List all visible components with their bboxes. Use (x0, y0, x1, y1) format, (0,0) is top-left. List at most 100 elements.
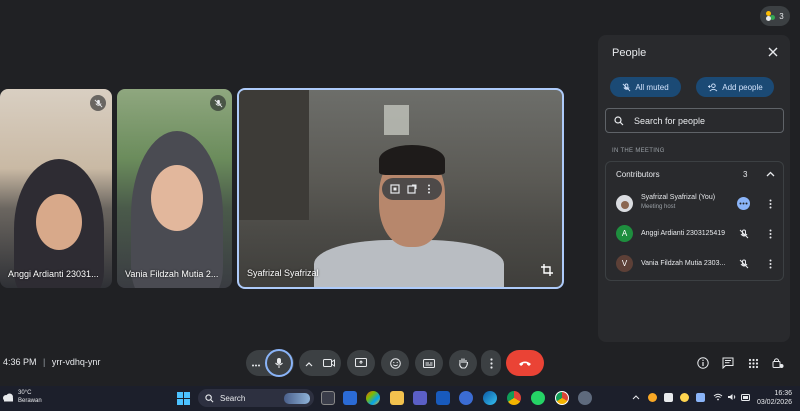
system-clock[interactable]: 16:36 03/02/2026 (754, 389, 792, 407)
search-people-field[interactable]: Search for people (605, 108, 784, 133)
close-icon[interactable] (766, 45, 780, 59)
mic-off-icon[interactable] (737, 257, 750, 270)
participant-name: Anggi Ardianti 2303125419 (641, 230, 726, 237)
more-vert-icon[interactable] (764, 227, 776, 240)
more-vert-icon[interactable] (764, 197, 776, 210)
weather-temp: 30°C (18, 390, 32, 396)
effects-icon[interactable] (406, 183, 418, 195)
task-view-icon[interactable] (321, 391, 335, 405)
chat-icon[interactable] (720, 355, 736, 371)
chat-app-icon[interactable] (459, 391, 473, 405)
section-label: IN THE MEETING (612, 148, 665, 154)
participant-name: Syafrizal Syafrizal (You) (641, 194, 716, 201)
battery-icon[interactable] (740, 391, 752, 403)
participant-row[interactable]: V Vania Fildzah Mutia 2303... (606, 249, 785, 279)
participant-count-chip[interactable]: 3 (760, 6, 790, 26)
tray-app-icon[interactable] (662, 391, 674, 403)
edge-icon[interactable] (483, 391, 497, 405)
whatsapp-icon[interactable] (531, 391, 545, 405)
frame-icon[interactable] (389, 183, 401, 195)
meet-window: 3 Anggi Ardianti 23031... Vania Fildzah … (0, 0, 800, 411)
present-screen-icon (355, 358, 367, 367)
host-controls-icon[interactable] (770, 355, 786, 371)
group-label: Contributors (616, 170, 660, 179)
activities-icon[interactable] (745, 355, 761, 371)
crop-icon[interactable] (538, 261, 556, 279)
meeting-code: yrr-vdhq-ynr (51, 357, 101, 367)
video-tile-anggi[interactable]: Anggi Ardianti 23031... (0, 89, 112, 288)
tile-controls (382, 178, 442, 200)
chevron-up-icon[interactable] (630, 391, 642, 403)
weather-widget[interactable]: 30°C Berawan (2, 389, 42, 405)
video-tile-vania[interactable]: Vania Fildzah Mutia 2... (117, 89, 232, 288)
tray-app-icon[interactable] (694, 391, 706, 403)
info-icon[interactable] (695, 355, 711, 371)
tray-app-icon[interactable] (646, 391, 658, 403)
emoji-icon (389, 357, 401, 369)
hand-icon (458, 358, 468, 369)
video-tile-syafrizal[interactable]: Syafrizal Syafrizal (237, 88, 564, 289)
camera-controls (299, 350, 341, 376)
cloud-icon (3, 393, 13, 401)
speaking-indicator-icon (737, 197, 750, 210)
more-vert-icon[interactable] (764, 257, 776, 270)
chrome-active-icon[interactable] (555, 391, 569, 405)
avatar: V (616, 255, 633, 272)
reactions-button[interactable] (381, 350, 409, 376)
leave-call-button[interactable] (506, 350, 544, 376)
participant-name: Vania Fildzah Mutia 2303... (641, 260, 726, 267)
avatar: A (616, 225, 633, 242)
captions-button[interactable] (415, 350, 443, 376)
taskbar-search[interactable]: Search (198, 389, 314, 407)
add-people-label: Add people (722, 82, 763, 92)
volume-icon[interactable] (726, 391, 738, 403)
search-placeholder: Search for people (634, 115, 706, 126)
teams-icon[interactable] (413, 391, 427, 405)
meeting-time: 4:36 PM (3, 357, 37, 367)
present-button[interactable] (347, 350, 375, 376)
add-people-button[interactable]: Add people (696, 77, 774, 97)
mic-off-icon[interactable] (737, 227, 750, 240)
wifi-icon[interactable] (712, 391, 724, 403)
camera-icon[interactable] (323, 354, 335, 372)
more-vert-icon (489, 357, 493, 369)
word-icon[interactable] (436, 391, 450, 405)
microphone-button[interactable] (265, 349, 293, 377)
settings-icon[interactable] (578, 391, 592, 405)
mic-off-icon (622, 82, 631, 91)
participant-row[interactable]: A Anggi Ardianti 2303125419 (606, 219, 785, 249)
more-vert-icon[interactable] (423, 183, 435, 195)
chevron-up-icon[interactable] (305, 354, 313, 372)
mic-off-icon (210, 95, 226, 111)
panel-title: People (612, 47, 647, 59)
people-panel: People All muted Add people Search for p… (598, 35, 790, 342)
raise-hand-button[interactable] (449, 350, 477, 376)
meeting-separator: | (43, 357, 46, 367)
start-icon[interactable] (177, 392, 190, 405)
clock-time: 16:36 (774, 390, 792, 397)
file-explorer-icon[interactable] (390, 391, 404, 405)
audio-options-icon[interactable] (252, 354, 260, 372)
tray-app-icon[interactable] (678, 391, 690, 403)
microphone-icon (275, 358, 283, 368)
meeting-info: 4:36 PM | yrr-vdhq-ynr (3, 357, 100, 367)
participants-icon (766, 11, 776, 21)
avatar (616, 195, 633, 212)
chrome-icon[interactable] (507, 391, 521, 405)
more-options-button[interactable] (481, 350, 501, 376)
copilot-icon[interactable] (366, 391, 380, 405)
search-icon (205, 393, 214, 402)
participant-row[interactable]: Syafrizal Syafrizal (You) Meeting host (606, 189, 785, 219)
contributors-group: Contributors 3 Syafrizal Syafrizal (You)… (605, 161, 784, 281)
captions-icon (423, 358, 435, 368)
all-muted-button[interactable]: All muted (610, 77, 681, 97)
widgets-icon[interactable] (343, 391, 357, 405)
participant-role: Meeting host (641, 204, 676, 210)
chevron-up-icon[interactable] (764, 168, 776, 180)
taskbar-search-label: Search (220, 393, 246, 403)
group-count: 3 (743, 170, 748, 179)
tile-name: Anggi Ardianti 23031... (8, 269, 99, 279)
clock-date: 03/02/2026 (756, 399, 792, 406)
tile-name: Syafrizal Syafrizal (247, 268, 319, 278)
all-muted-label: All muted (635, 82, 669, 92)
